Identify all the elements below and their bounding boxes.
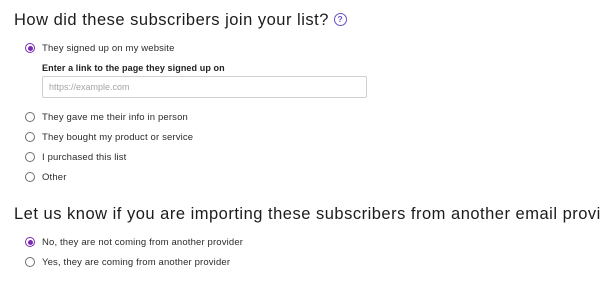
option-label: Other: [42, 171, 67, 183]
option-label: They signed up on my website: [42, 42, 175, 54]
radio-unselected-icon[interactable]: [25, 132, 35, 142]
option-signed-up-website[interactable]: They signed up on my website: [25, 41, 175, 55]
signup-link-input[interactable]: [42, 76, 367, 98]
radio-unselected-icon[interactable]: [25, 112, 35, 122]
option-bought-product[interactable]: They bought my product or service: [25, 130, 193, 144]
option-from-provider[interactable]: Yes, they are coming from another provid…: [25, 255, 230, 269]
option-label: Yes, they are coming from another provid…: [42, 256, 231, 268]
import-provider-heading: Let us know if you are importing these s…: [14, 205, 600, 223]
help-question-icon[interactable]: ?: [333, 12, 347, 26]
join-method-heading: How did these subscribers join your list…: [14, 11, 347, 30]
option-other[interactable]: Other: [25, 170, 67, 184]
signup-link-label: Enter a link to the page they signed up …: [42, 63, 225, 73]
option-label: I purchased this list: [42, 151, 127, 163]
join-method-title: How did these subscribers join your list…: [14, 11, 329, 29]
radio-unselected-icon[interactable]: [25, 152, 35, 162]
radio-unselected-icon[interactable]: [25, 257, 35, 267]
radio-selected-icon[interactable]: [25, 43, 35, 53]
radio-unselected-icon[interactable]: [25, 172, 35, 182]
option-not-from-provider[interactable]: No, they are not coming from another pro…: [25, 235, 243, 249]
radio-selected-icon[interactable]: [25, 237, 35, 247]
option-in-person[interactable]: They gave me their info in person: [25, 110, 188, 124]
option-purchased-list[interactable]: I purchased this list: [25, 150, 126, 164]
option-label: They bought my product or service: [42, 131, 194, 143]
option-label: No, they are not coming from another pro…: [42, 236, 244, 248]
option-label: They gave me their info in person: [42, 111, 188, 123]
